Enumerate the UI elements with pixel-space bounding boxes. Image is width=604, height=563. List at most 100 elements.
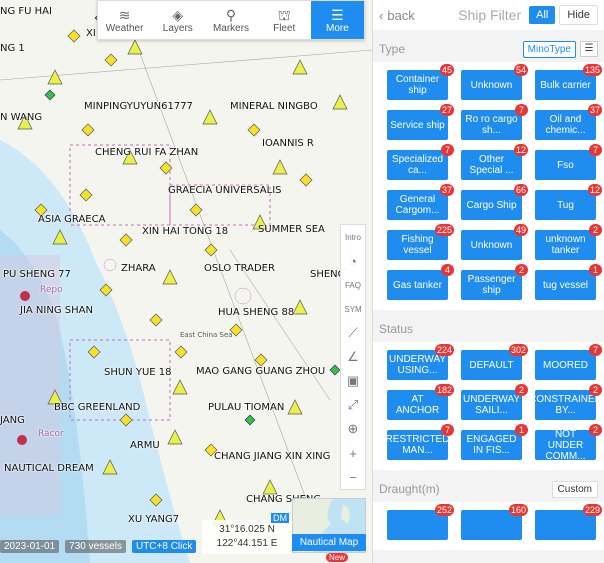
markers-button[interactable]: ⚲ Markers (204, 1, 257, 39)
filter-chip[interactable]: DEFAULT 302 (461, 344, 528, 380)
filter-chip[interactable]: Unknown 54 (461, 64, 528, 100)
faq-button[interactable]: FAQ (341, 273, 365, 297)
ship-label[interactable]: SUMMER SEA (258, 224, 325, 235)
filter-chip[interactable]: tug vessel 1 (535, 264, 602, 300)
all-button[interactable]: All (529, 6, 556, 24)
ship-label[interactable]: MINPINGYUYUN61777 (84, 101, 193, 112)
count-badge: 2 (515, 264, 528, 276)
filter-chip-label: unknown tanker (545, 234, 586, 256)
ship-label[interactable]: JANG (0, 415, 25, 426)
count-badge: 4 (441, 264, 454, 276)
filter-chip[interactable]: Other Special ... 12 (461, 144, 528, 180)
count-badge: 66 (513, 184, 528, 196)
filter-chip-label: Unknown (470, 239, 513, 251)
filter-chip[interactable]: AT ANCHOR 182 (387, 384, 454, 420)
ship-label[interactable]: NAUTICAL DREAM (4, 463, 94, 474)
intro-button[interactable]: Intro (341, 225, 365, 249)
filter-chip[interactable]: 229 (535, 504, 602, 540)
ship-label[interactable]: XI (86, 28, 96, 39)
locate-icon[interactable]: ⊕ (341, 417, 365, 441)
fullscreen-icon[interactable]: ⤢ (341, 393, 365, 417)
filter-chip[interactable]: Ro ro cargo sh... 7 (461, 104, 528, 140)
filter-chip[interactable]: Cargo Ship 66 (461, 184, 528, 220)
ship-label[interactable]: NG FU HAI (0, 6, 52, 17)
ship-label[interactable]: HUA SHENG 88 (218, 307, 294, 318)
ship-label[interactable]: ASIA GRAECA (38, 214, 105, 225)
satellite-icon[interactable]: ◔ (341, 249, 365, 273)
weather-button[interactable]: ≋ Weather (98, 1, 151, 39)
zoom-out-icon[interactable]: − (341, 465, 365, 489)
filter-chip[interactable]: Bulk carrier 135 (535, 64, 602, 100)
dm-toggle[interactable]: DM (271, 513, 289, 523)
ruler-icon[interactable]: ⟋ (341, 321, 365, 345)
filter-chip-label: Specialized ca... (391, 154, 444, 176)
fleet-icon: ⛫ (277, 6, 291, 23)
filter-chip[interactable]: Service ship 27 (387, 104, 454, 140)
filter-chip[interactable]: 252 (387, 504, 454, 540)
ship-label[interactable]: ARMU (130, 440, 160, 451)
ship-label[interactable]: BBC GREENLAND (54, 402, 140, 413)
hide-button[interactable]: Hide (559, 5, 598, 25)
filter-chip[interactable]: UNDERWAY SAILI... 2 (461, 384, 528, 420)
filter-chip[interactable]: NOT UNDER COMM... 2 (535, 424, 602, 462)
list-icon[interactable]: ☰ (580, 41, 598, 57)
ship-label[interactable]: JIA NING SHAN (20, 305, 93, 316)
count-badge: 2 (589, 424, 602, 436)
filter-chip[interactable]: Unknown 49 (461, 224, 528, 260)
filter-chip[interactable]: Tug 12 (535, 184, 602, 220)
filter-chip[interactable]: Gas tanker 4 (387, 264, 454, 300)
more-button[interactable]: ☰ More (310, 1, 365, 39)
ship-label[interactable]: XIN HAI TONG 18 (142, 226, 228, 237)
count-badge: 224 (434, 344, 454, 356)
back-button[interactable]: ‹ back (379, 8, 415, 23)
filter-chip[interactable]: UNDERWAY USING... 224 (387, 344, 454, 380)
date-label: 2023-01-01 (0, 539, 60, 553)
filter-chip[interactable]: ENGAGED IN FIS... 1 (461, 424, 528, 460)
ship-label[interactable]: MINERAL NINGBO (230, 101, 318, 112)
layers-button[interactable]: ◈ Layers (151, 1, 204, 39)
fleet-button[interactable]: ⛫ Fleet (258, 1, 311, 39)
minotype-button[interactable]: MinoType (522, 40, 576, 58)
ship-label[interactable]: PULAU TIOMAN (208, 402, 284, 413)
filter-chip[interactable]: MOORED 7 (535, 344, 602, 380)
ship-label[interactable]: GRAECIA UNIVERSALIS (168, 185, 282, 196)
layers-icon: ◈ (172, 6, 184, 23)
zoom-in-icon[interactable]: + (341, 441, 365, 465)
ship-label[interactable]: MAO GANG GUANG ZHOU (196, 366, 325, 377)
filter-chip[interactable]: Specialized ca... 7 (387, 144, 454, 180)
filter-chip-label: Passenger ship (467, 274, 516, 296)
filter-chip[interactable]: RESTRICTED MAN... 7 (386, 424, 454, 460)
area-icon[interactable]: ▣ (341, 369, 365, 393)
ship-label[interactable]: OSLO TRADER (204, 263, 275, 274)
ship-label[interactable]: CHENG RUI FA ZHAN (95, 147, 198, 158)
count-badge: 135 (582, 64, 602, 76)
filter-chip-label: Cargo Ship (466, 199, 517, 211)
ship-label[interactable]: PU SHENG 77 (3, 269, 71, 280)
filter-chip[interactable]: Oil and chemic... 37 (535, 104, 602, 140)
filter-chip[interactable]: unknown tanker 2 (535, 224, 602, 260)
ship-label[interactable]: CHANG JIANG XIN XING (214, 451, 330, 462)
filter-chip[interactable]: General Cargom... 37 (387, 184, 454, 220)
nautical-map-button[interactable]: Nautical Map (292, 534, 366, 551)
type-chip-grid: Container ship 45 Unknown 54 Bulk carrier 135… (373, 62, 604, 310)
ship-label[interactable]: ZHARA (121, 263, 156, 274)
filter-chip[interactable]: Passenger ship 2 (461, 264, 528, 300)
nautical-map[interactable]: NG FU HAI XI NG 1 MINPINGYUYUN61777 MINE… (0, 0, 372, 563)
ship-label[interactable]: SHUN YUE 18 (104, 367, 172, 378)
map-toolbar: ≋ Weather ◈ Layers ⚲ Markers ⛫ Fleet ☰ M… (97, 0, 365, 40)
custom-button[interactable]: Custom (551, 480, 598, 498)
filter-chip[interactable]: Fishing vessel 225 (387, 224, 454, 260)
angle-icon[interactable]: ∠ (341, 345, 365, 369)
ship-label[interactable]: XU YANG7 (128, 514, 179, 525)
filter-chip[interactable]: CONSTRAINED BY... 2 (529, 384, 602, 420)
ship-label[interactable]: N WANG (0, 112, 42, 123)
count-badge: 229 (582, 504, 602, 516)
sym-button[interactable]: SYM (341, 297, 365, 321)
filter-chip[interactable]: Container ship 45 (387, 64, 454, 100)
filter-chip[interactable]: 160 (461, 504, 528, 540)
timezone-button[interactable]: UTC+8 Click (131, 539, 197, 553)
ship-label[interactable]: IOANNIS R (262, 138, 314, 149)
filter-chip[interactable]: Fso 7 (535, 144, 602, 180)
count-badge: 252 (434, 504, 454, 516)
ship-label[interactable]: NG 1 (0, 43, 25, 54)
